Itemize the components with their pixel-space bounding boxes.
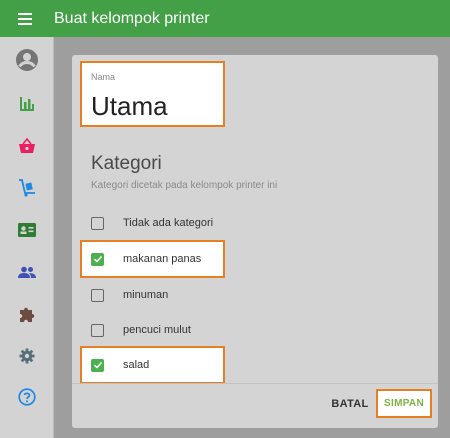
checkbox-unchecked-icon[interactable]: [91, 216, 104, 230]
category-row[interactable]: makanan panas: [80, 240, 225, 278]
people-icon[interactable]: [0, 255, 54, 289]
save-button[interactable]: SIMPAN: [376, 389, 432, 418]
bar-chart-icon[interactable]: [0, 87, 54, 121]
name-field-value[interactable]: Utama: [91, 91, 168, 122]
category-section-subtitle: Kategori dicetak pada kelompok printer i…: [91, 180, 278, 191]
account-circle-icon[interactable]: [0, 43, 54, 77]
sidebar: [0, 37, 54, 438]
hamburger-menu-icon[interactable]: [18, 9, 44, 29]
dolly-cart-icon[interactable]: [0, 171, 54, 205]
page-title: Buat kelompok printer: [54, 9, 210, 27]
category-label: makanan panas: [123, 253, 202, 265]
category-row[interactable]: minuman: [80, 276, 225, 314]
category-row[interactable]: pencuci mulut: [80, 311, 225, 349]
app-bar: Buat kelompok printer: [0, 0, 450, 37]
cancel-button[interactable]: BATAL: [330, 391, 370, 417]
category-row[interactable]: salad: [80, 346, 225, 384]
extension-puzzle-icon[interactable]: [0, 297, 54, 331]
actions-divider: [72, 383, 438, 384]
name-field[interactable]: Nama Utama: [80, 61, 225, 127]
contact-card-icon[interactable]: [0, 213, 54, 247]
category-label: Tidak ada kategori: [123, 217, 214, 229]
help-circle-icon[interactable]: [0, 380, 54, 414]
checkbox-unchecked-icon[interactable]: [91, 288, 104, 302]
shopping-basket-icon[interactable]: [0, 129, 54, 163]
checkbox-checked-icon[interactable]: [91, 252, 104, 266]
checkbox-unchecked-icon[interactable]: [91, 323, 104, 337]
category-label: minuman: [123, 289, 169, 301]
checkbox-checked-icon[interactable]: [91, 358, 104, 372]
category-section-title: Kategori: [91, 153, 162, 174]
category-label: salad: [123, 359, 150, 371]
settings-gear-icon[interactable]: [0, 339, 54, 373]
category-label: pencuci mulut: [123, 324, 191, 336]
name-field-label: Nama: [91, 72, 116, 82]
category-row[interactable]: Tidak ada kategori: [80, 204, 225, 242]
